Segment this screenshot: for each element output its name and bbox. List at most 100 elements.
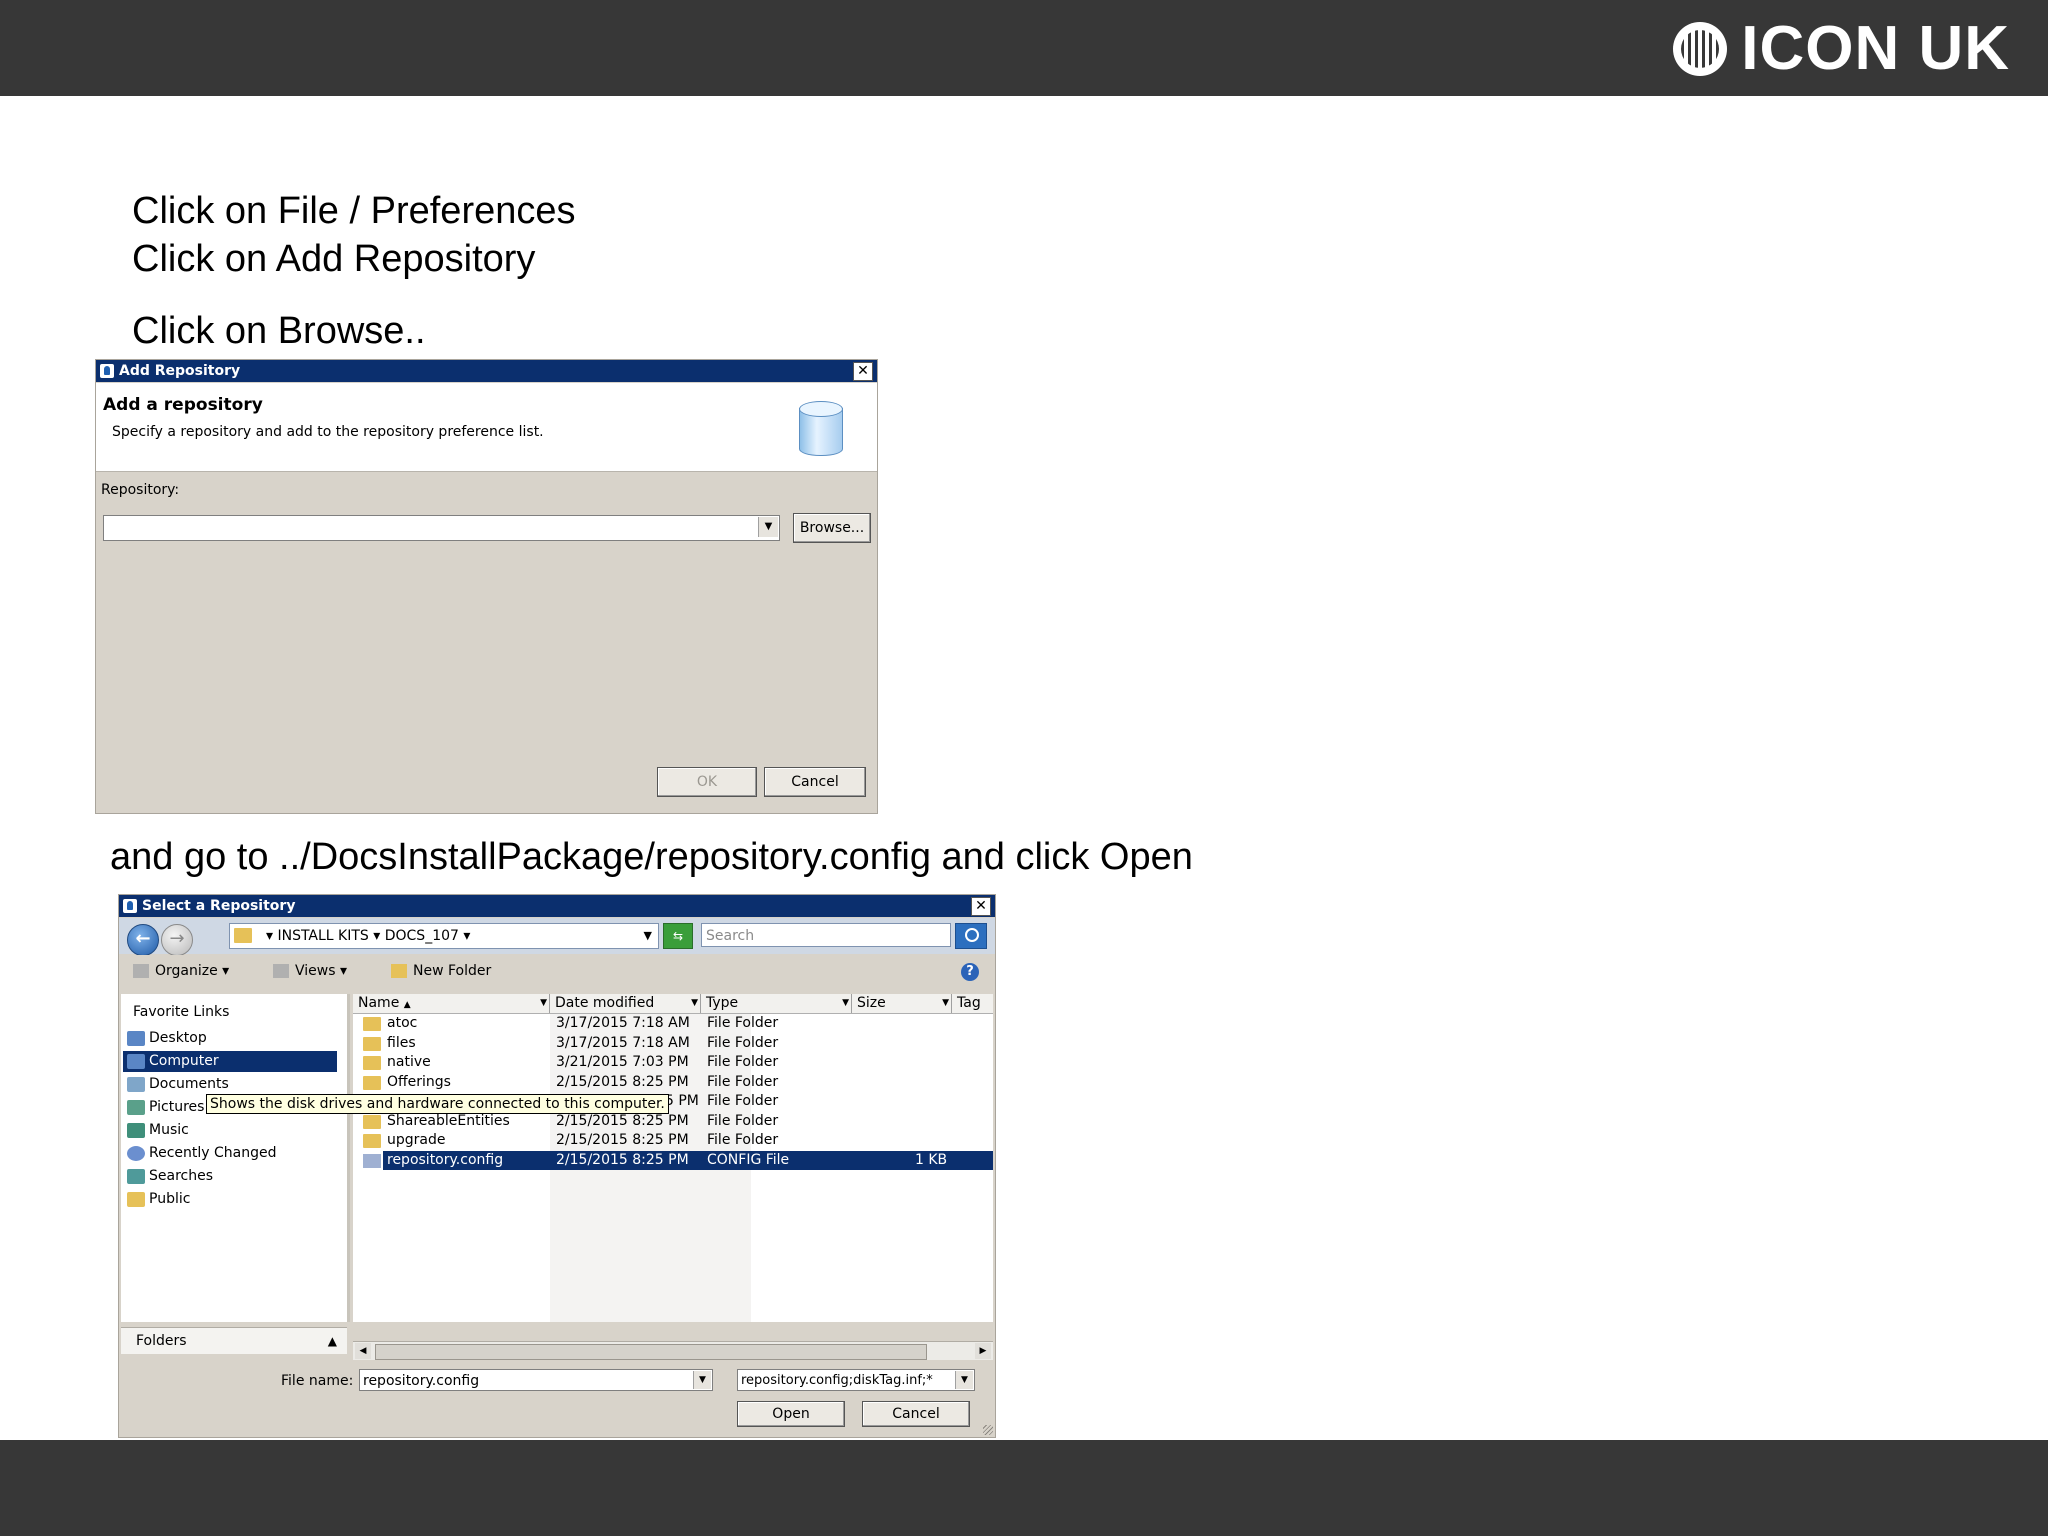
file-name: files (387, 1034, 416, 1051)
new-folder-button[interactable]: New Folder (391, 963, 491, 979)
nav-item-music[interactable]: Music (123, 1120, 337, 1141)
searches-icon (127, 1169, 145, 1184)
chevron-down-icon[interactable]: ▼ (758, 517, 778, 537)
search-input[interactable]: Search (701, 923, 951, 947)
public-folder-icon (127, 1192, 145, 1207)
file-row[interactable]: files 3/17/2015 7:18 AM File Folder (353, 1034, 993, 1053)
file-date: 2/15/2015 8:25 PM (556, 1112, 689, 1129)
nav-item-documents[interactable]: Documents (123, 1074, 337, 1095)
select-repository-title: Select a Repository (142, 898, 296, 914)
chevron-down-icon[interactable]: ▼ (691, 994, 698, 1013)
nav-item-label: Desktop (149, 1030, 207, 1046)
folder-icon (363, 1036, 381, 1051)
file-row[interactable]: upgrade 2/15/2015 8:25 PM File Folder (353, 1131, 993, 1150)
file-type: File Folder (707, 1093, 779, 1109)
close-icon[interactable]: ✕ (853, 362, 873, 381)
computer-icon (127, 1054, 145, 1069)
nav-item-label: Pictures (149, 1099, 205, 1115)
open-button[interactable]: Open (737, 1401, 845, 1427)
file-type: File Folder (707, 1054, 779, 1070)
file-type: CONFIG File (707, 1151, 790, 1168)
close-icon[interactable]: ✕ (971, 897, 991, 916)
file-name-input[interactable]: repository.config ▼ (359, 1369, 713, 1391)
file-row[interactable]: ShareableEntities 2/15/2015 8:25 PM File F… (353, 1112, 993, 1131)
column-tag[interactable]: Tag (952, 994, 993, 1013)
file-row-selected[interactable]: repository.config 2/15/2015 8:25 PM CONFIG… (383, 1150, 993, 1170)
file-date: 5 PM (665, 1093, 699, 1109)
resize-grip-icon[interactable] (983, 1425, 993, 1435)
select-repository-titlebar: Select a Repository ✕ (119, 895, 995, 917)
search-icon[interactable] (955, 923, 987, 949)
browse-button[interactable]: Browse... (793, 513, 871, 543)
logo-mark-icon (1673, 22, 1728, 76)
file-row[interactable]: native 3/21/2015 7:03 PM File Folder (353, 1053, 993, 1072)
scroll-left-icon[interactable]: ◀ (355, 1343, 371, 1359)
chevron-down-icon[interactable]: ▼ (540, 994, 547, 1013)
nav-item-recently-changed[interactable]: Recently Changed (123, 1143, 337, 1164)
nav-item-label: Computer (149, 1053, 219, 1069)
organize-button[interactable]: Organize ▾ (133, 963, 229, 979)
music-icon (127, 1123, 145, 1138)
address-bar[interactable]: ▾ INSTALL KITS ▾ DOCS_107 ▾ ▼ (229, 923, 659, 949)
app-icon (100, 364, 114, 378)
folders-toggle[interactable]: Folders ▲ (121, 1327, 347, 1354)
chevron-down-icon[interactable]: ▼ (842, 994, 849, 1013)
icon-uk-logo: ICON UK (1673, 18, 2010, 80)
back-arrow-icon[interactable]: ← (127, 924, 159, 956)
file-name: ShareableEntities (387, 1112, 510, 1129)
column-type[interactable]: Type ▼ (701, 994, 852, 1013)
add-repository-heading: Add a repository (103, 395, 263, 415)
column-label: Date modified (555, 995, 655, 1011)
app-icon (123, 899, 137, 913)
chevron-down-icon[interactable]: ▼ (644, 924, 652, 948)
file-name: native (387, 1054, 431, 1070)
documents-icon (127, 1077, 145, 1092)
address-bar-row: ← → ▾ INSTALL KITS ▾ DOCS_107 ▾ ▼ ⇆ Sear… (119, 918, 995, 956)
file-date: 3/21/2015 7:03 PM (556, 1054, 689, 1070)
nav-item-searches[interactable]: Searches (123, 1166, 337, 1187)
file-name: Offerings (387, 1073, 451, 1090)
nav-item-computer[interactable]: Computer (123, 1051, 337, 1072)
file-name-label: File name: (281, 1373, 354, 1389)
column-name[interactable]: Name ▲ ▼ (353, 994, 550, 1013)
file-type-filter[interactable]: repository.config;diskTag.inf;* ▼ (737, 1369, 975, 1391)
horizontal-scrollbar[interactable]: ◀ ▶ (353, 1341, 993, 1360)
cancel-button[interactable]: Cancel (862, 1401, 970, 1427)
chevron-up-icon[interactable]: ▲ (328, 1328, 337, 1354)
nav-item-public[interactable]: Public (123, 1189, 337, 1210)
select-repository-dialog: Select a Repository ✕ ← → ▾ INSTALL KITS… (118, 894, 996, 1438)
chevron-down-icon[interactable]: ▼ (955, 1371, 973, 1389)
column-size[interactable]: Size ▼ (852, 994, 952, 1013)
instruction-browse: Click on Browse.. (132, 310, 426, 352)
column-header-row: Name ▲ ▼ Date modified ▼ Type ▼ Size ▼ Tag (353, 994, 993, 1014)
ok-button[interactable]: OK (657, 767, 757, 797)
views-button[interactable]: Views ▾ (273, 963, 347, 979)
scrollbar-thumb[interactable] (375, 1344, 927, 1360)
refresh-icon[interactable]: ⇆ (663, 923, 693, 949)
file-date: 2/15/2015 8:25 PM (556, 1073, 689, 1090)
nav-item-label: Searches (149, 1168, 214, 1184)
forward-arrow-icon[interactable]: → (161, 924, 193, 956)
cancel-button[interactable]: Cancel (764, 767, 866, 797)
scroll-right-icon[interactable]: ▶ (975, 1343, 991, 1359)
sort-arrow-icon: ▲ (403, 1000, 411, 1010)
folder-icon (363, 1017, 381, 1031)
column-date-modified[interactable]: Date modified ▼ (550, 994, 701, 1013)
views-label: Views ▾ (295, 963, 347, 979)
column-label: Size (857, 995, 886, 1011)
repository-combo[interactable]: ▼ (103, 515, 780, 541)
file-date: 3/17/2015 7:18 AM (556, 1034, 690, 1051)
instruction-open-config: and go to ../DocsInstallPackage/reposito… (110, 836, 1193, 878)
file-row[interactable]: atoc 3/17/2015 7:18 AM File Folder (353, 1014, 993, 1033)
help-icon[interactable]: ? (961, 963, 979, 981)
file-type: File Folder (707, 1015, 779, 1031)
file-row[interactable]: Offerings 2/15/2015 8:25 PM File Folder (353, 1073, 993, 1092)
add-repository-titlebar: Add Repository ✕ (96, 360, 877, 382)
chevron-down-icon[interactable]: ▼ (693, 1371, 711, 1389)
nav-item-desktop[interactable]: Desktop (123, 1028, 337, 1049)
chevron-down-icon[interactable]: ▼ (942, 994, 949, 1013)
folder-icon (363, 1114, 381, 1129)
nav-item-label: Public (149, 1191, 191, 1207)
new-folder-label: New Folder (413, 963, 492, 979)
add-repository-header: Add a repository Specify a repository an… (96, 383, 877, 472)
